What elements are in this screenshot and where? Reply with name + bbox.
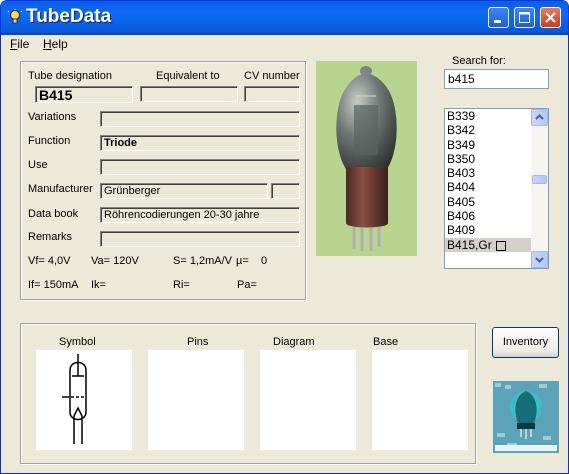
tube-logo-icon (493, 381, 559, 453)
tube-designation-label: Tube designation (28, 70, 112, 82)
result-item[interactable]: B403 (445, 166, 532, 180)
spec-mu-value: 0 (261, 255, 268, 267)
drawings-group: Symbol Pins Diagram Base (20, 323, 476, 464)
scroll-thumb[interactable] (532, 175, 547, 184)
function-label: Function (28, 135, 71, 147)
equivalent-to-field[interactable] (140, 86, 238, 102)
menu-help-accel: H (43, 37, 52, 51)
results-items: B339 B342 B349 B350 B403 B404 B405 B406 B409 B415… (445, 109, 532, 268)
spec-pa: Pa= (237, 279, 257, 291)
scroll-up-button[interactable] (531, 109, 548, 126)
result-item[interactable]: B350 (445, 152, 532, 166)
diagram-panel (260, 350, 356, 450)
remarks-label: Remarks (28, 231, 73, 243)
window-title: TubeData (26, 6, 112, 27)
vacuum-tube-image (336, 66, 397, 251)
tube-photo (316, 61, 417, 256)
result-item[interactable]: B342 (445, 123, 532, 137)
spec-ik: Ik= (91, 279, 106, 291)
app-window: TubeData File Help Tube designation Equi… (0, 0, 569, 474)
symbol-label: Symbol (59, 336, 96, 348)
spec-ri: Ri= (173, 279, 190, 291)
cv-number-label: CV number (244, 70, 300, 82)
result-item[interactable]: B405 (445, 195, 532, 209)
equivalent-to-label: Equivalent to (156, 70, 220, 82)
maximize-button[interactable] (514, 7, 535, 28)
lightbulb-icon (7, 9, 23, 24)
result-item[interactable]: B415,Gr (445, 237, 532, 252)
pins-label: Pins (187, 336, 209, 348)
base-panel (372, 350, 468, 450)
results-list[interactable]: B339 B342 B349 B350 B403 B404 B405 B406 B409 B415… (444, 108, 549, 269)
menu-bar: File Help (1, 35, 568, 53)
spec-vf: Vf= 4,0V (28, 255, 71, 267)
symbol-panel (36, 350, 132, 450)
tube-designation-field[interactable]: B415 (35, 86, 133, 103)
result-item[interactable]: B406 (445, 209, 532, 223)
minimize-button[interactable] (488, 7, 509, 28)
spec-if: If= 150mA (28, 279, 79, 291)
manufacturer-code-field[interactable] (271, 183, 300, 199)
spec-mu: µ= (236, 255, 249, 267)
selected-marker-icon (495, 240, 506, 251)
use-field[interactable] (100, 159, 300, 175)
variations-label: Variations (28, 111, 77, 123)
menu-help-label: elp (51, 37, 68, 51)
result-item[interactable]: B339 (445, 109, 532, 123)
base-label: Base (373, 336, 399, 348)
data-book-label: Data book (28, 208, 79, 220)
remarks-field[interactable] (100, 231, 300, 247)
tube-details-group: Tube designation Equivalent to CV number… (20, 61, 306, 300)
result-item[interactable]: B404 (445, 180, 532, 194)
result-item[interactable]: B349 (445, 138, 532, 152)
spec-va: Va= 120V (91, 255, 139, 267)
cv-number-field[interactable] (244, 86, 300, 102)
data-book-field[interactable]: Röhrencodierungen 20-30 jahre (100, 207, 300, 223)
spec-s: S= 1,2mA/V (173, 255, 233, 267)
chevron-up-icon (535, 114, 544, 120)
maximize-icon (519, 12, 530, 23)
chevron-down-icon (535, 257, 544, 263)
result-item[interactable]: B409 (445, 223, 532, 237)
diagram-label: Diagram (273, 336, 315, 348)
function-field[interactable]: Triode (100, 135, 300, 151)
title-bar[interactable]: TubeData (1, 1, 568, 35)
app-logo (493, 381, 559, 453)
close-icon (545, 12, 556, 23)
minimize-icon (494, 20, 501, 23)
main-area: Tube designation Equivalent to CV number… (4, 53, 565, 470)
close-button[interactable] (540, 7, 561, 28)
triode-symbol-icon (62, 354, 87, 444)
menu-help[interactable]: Help (43, 37, 68, 51)
search-label: Search for: (452, 55, 506, 67)
search-input[interactable]: b415 (444, 69, 549, 89)
inventory-button[interactable]: Inventory (492, 327, 559, 358)
use-label: Use (28, 159, 48, 171)
pins-panel (148, 350, 244, 450)
variations-field[interactable] (100, 111, 300, 127)
manufacturer-label: Manufacturer (28, 183, 93, 195)
menu-file-label: ile (17, 37, 30, 51)
scroll-down-button[interactable] (531, 251, 548, 268)
results-scrollbar[interactable] (531, 109, 548, 268)
menu-file[interactable]: File (10, 37, 29, 51)
manufacturer-field[interactable]: Grünberger (100, 183, 268, 199)
